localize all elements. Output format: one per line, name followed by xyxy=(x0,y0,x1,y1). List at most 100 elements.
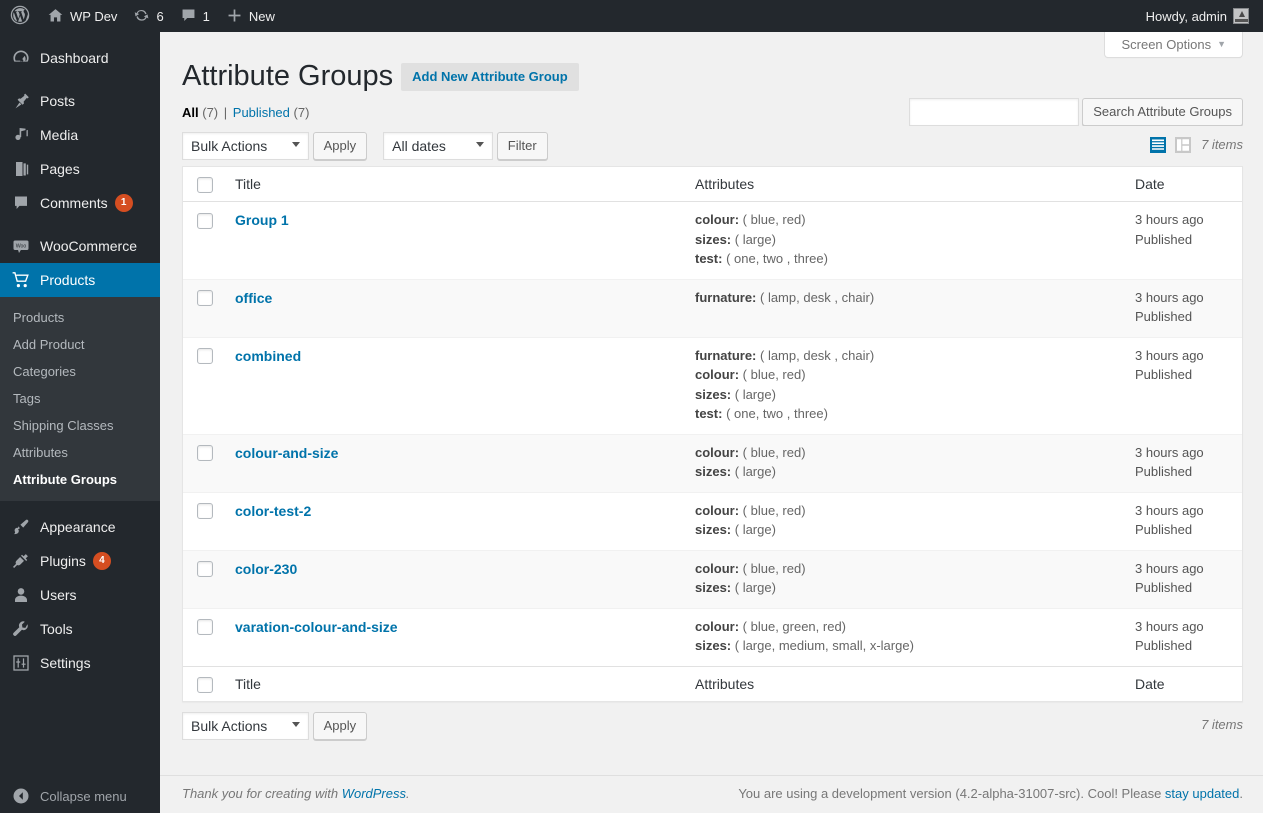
new-content-menu[interactable]: New xyxy=(218,0,283,32)
sidebar-item-dashboard[interactable]: Dashboard xyxy=(0,41,160,75)
sidebar-item-tools[interactable]: Tools xyxy=(0,612,160,646)
view-all-link[interactable]: All xyxy=(182,105,199,120)
row-title-link[interactable]: combined xyxy=(235,348,301,364)
attribute-name: colour: xyxy=(695,618,740,634)
row-attributes-cell: colour: ( blue, red) sizes: ( large) test:… xyxy=(685,202,1125,279)
wordpress-logo-menu[interactable] xyxy=(0,0,39,32)
column-header-title[interactable]: Title xyxy=(225,167,685,203)
sidebar-item-posts[interactable]: Posts xyxy=(0,84,160,118)
comments-menu[interactable]: 1 xyxy=(172,0,218,32)
row-status: Published xyxy=(1135,367,1193,383)
select-all-checkbox[interactable] xyxy=(197,177,213,194)
sidebar-item-comments[interactable]: Comments 1 xyxy=(0,186,160,220)
sidebar-subitem-attribute-groups[interactable]: Attribute Groups xyxy=(0,466,160,493)
row-title-link[interactable]: office xyxy=(235,290,272,306)
site-name-label: WP Dev xyxy=(70,8,118,24)
sidebar-item-products[interactable]: Products xyxy=(0,263,168,297)
screen-options-tab[interactable]: Screen Options ▼ xyxy=(1104,32,1243,58)
column-footer-title[interactable]: Title xyxy=(225,665,685,702)
bulk-actions-select-wrap[interactable]: Bulk Actions xyxy=(182,132,309,160)
row-date-cell: 3 hours ago Published xyxy=(1125,491,1242,550)
row-title-link[interactable]: color-test-2 xyxy=(235,503,311,519)
sidebar-subitem-products[interactable]: Products xyxy=(0,304,160,331)
attribute-values: ( blue, red) xyxy=(739,212,806,228)
add-new-attribute-group-button[interactable]: Add New Attribute Group xyxy=(401,62,579,91)
bulk-actions-select-top[interactable]: Bulk Actions xyxy=(182,132,309,160)
list-view-icon[interactable] xyxy=(1148,135,1168,155)
view-published-link[interactable]: Published xyxy=(233,105,290,120)
attribute-name: sizes: xyxy=(695,580,732,596)
row-checkbox[interactable] xyxy=(197,503,213,520)
updates-menu[interactable]: 6 xyxy=(125,0,171,32)
page-title: Attribute Groups xyxy=(182,60,394,92)
row-checkbox[interactable] xyxy=(197,212,213,229)
attribute-name: furnature: xyxy=(695,347,757,363)
attribute-name: test: xyxy=(695,406,723,422)
collapse-menu-button[interactable]: Collapse menu xyxy=(0,779,160,813)
sidebar-item-users[interactable]: Users xyxy=(0,578,160,612)
sidebar-subitem-add-product[interactable]: Add Product xyxy=(0,331,160,358)
admin-sidebar: Dashboard Posts Media Pages Comments 1 W… xyxy=(0,32,168,813)
my-account-menu[interactable]: Howdy, admin xyxy=(1138,0,1263,32)
apply-button-top[interactable]: Apply xyxy=(312,132,368,160)
sidebar-item-media[interactable]: Media xyxy=(0,118,160,152)
tablenav-bottom: Bulk Actions Apply 7 items xyxy=(182,712,1243,742)
date-filter-top: All dates Filter xyxy=(383,132,548,160)
attribute-line: test: ( one, two , three) xyxy=(695,404,1115,424)
sidebar-item-plugins[interactable]: Plugins 4 xyxy=(0,544,160,578)
sidebar-item-label: Posts xyxy=(40,93,76,109)
displaying-num-bottom: 7 items xyxy=(1201,717,1243,733)
search-submit-button[interactable]: Search Attribute Groups xyxy=(1082,98,1243,126)
sidebar-item-settings[interactable]: Settings xyxy=(0,646,160,680)
user-icon xyxy=(11,585,31,605)
filter-button[interactable]: Filter xyxy=(496,132,548,160)
row-checkbox[interactable] xyxy=(197,290,213,307)
sidebar-subitem-categories[interactable]: Categories xyxy=(0,358,160,385)
admin-footer: Thank you for creating with WordPress. Y… xyxy=(160,775,1263,813)
attribute-name: sizes: xyxy=(695,386,732,402)
view-switch xyxy=(1148,135,1193,155)
wordpress-link[interactable]: WordPress xyxy=(342,786,406,801)
column-footer-date[interactable]: Date xyxy=(1125,665,1242,702)
stay-updated-link[interactable]: stay updated xyxy=(1165,786,1239,801)
sidebar-item-pages[interactable]: Pages xyxy=(0,152,160,186)
wordpress-logo-icon xyxy=(10,5,30,27)
view-all[interactable]: All (7) | xyxy=(182,105,229,120)
table-row: color-test-2 colour: ( blue, red) sizes: (… xyxy=(183,491,1242,550)
select-all-header xyxy=(183,167,225,203)
attribute-values: ( blue, red) xyxy=(739,367,806,383)
row-select-cell xyxy=(183,549,225,608)
sidebar-subitem-shipping-classes[interactable]: Shipping Classes xyxy=(0,412,160,439)
view-published[interactable]: Published (7) xyxy=(233,105,310,120)
attribute-values: ( blue, red) xyxy=(739,502,806,518)
excerpt-view-icon[interactable] xyxy=(1173,135,1193,155)
bulk-actions-select-bottom[interactable]: Bulk Actions xyxy=(182,712,309,741)
column-header-date[interactable]: Date xyxy=(1125,167,1242,203)
row-title-link[interactable]: colour-and-size xyxy=(235,445,338,461)
apply-button-bottom[interactable]: Apply xyxy=(312,712,368,741)
row-select-cell xyxy=(183,278,225,337)
sidebar-item-appearance[interactable]: Appearance xyxy=(0,510,160,544)
row-title-link[interactable]: varation-colour-and-size xyxy=(235,619,398,635)
views-list: All (7) | Published (7) xyxy=(182,103,309,123)
select-all-footer xyxy=(183,665,225,702)
site-name-menu[interactable]: WP Dev xyxy=(39,0,125,32)
sidebar-subitem-attributes[interactable]: Attributes xyxy=(0,439,160,466)
select-all-checkbox-bottom[interactable] xyxy=(197,677,213,694)
dates-select[interactable]: All dates xyxy=(383,132,494,160)
sidebar-item-woocommerce[interactable]: Woo WooCommerce xyxy=(0,229,160,263)
row-title-link[interactable]: color-230 xyxy=(235,561,297,577)
table-head: Title Attributes Date xyxy=(183,167,1242,203)
attribute-line: furnature: ( lamp, desk , chair) xyxy=(695,346,1115,366)
row-checkbox[interactable] xyxy=(197,445,213,462)
search-input[interactable] xyxy=(908,98,1079,126)
row-checkbox[interactable] xyxy=(197,619,213,636)
sidebar-subitem-tags[interactable]: Tags xyxy=(0,385,160,412)
row-title-cell: colour-and-size xyxy=(225,433,685,492)
row-checkbox[interactable] xyxy=(197,348,213,365)
row-checkbox[interactable] xyxy=(197,561,213,578)
row-title-link[interactable]: Group 1 xyxy=(235,212,289,228)
bulk-actions-select-wrap-bottom[interactable]: Bulk Actions xyxy=(182,712,309,741)
avatar xyxy=(1233,8,1249,24)
dates-select-wrap[interactable]: All dates xyxy=(383,132,494,160)
